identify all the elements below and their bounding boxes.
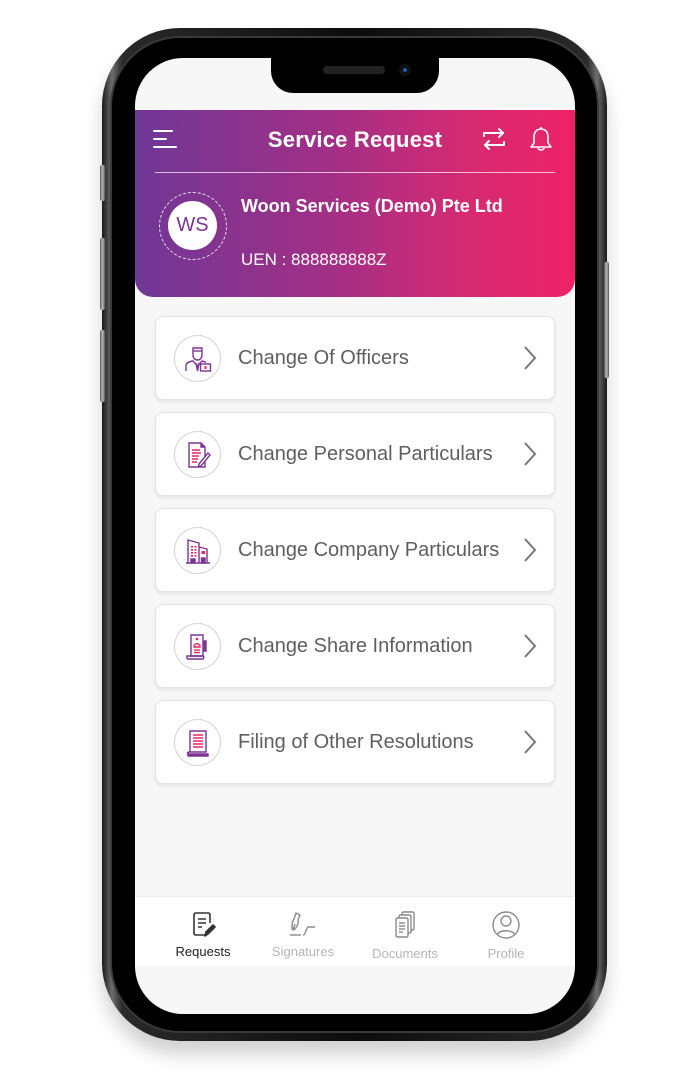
service-filing-of-other-resolutions[interactable]: Filing of Other Resolutions <box>155 700 555 784</box>
phone-screen: Service Request WS Woon Services (Demo) … <box>135 58 575 1014</box>
requests-icon <box>193 912 216 937</box>
nav-tab-requests[interactable]: Requests <box>153 897 253 967</box>
service-list: Change Of Officers Change Personal Parti… <box>155 316 555 796</box>
chevron-right-icon <box>524 730 537 754</box>
nav-label: Signatures <box>271 944 335 959</box>
building-icon <box>174 527 221 574</box>
signature-pen-icon <box>290 912 315 936</box>
nav-tab-signatures[interactable]: Signatures <box>253 897 353 967</box>
bell-icon[interactable] <box>527 124 555 154</box>
service-change-personal-particulars[interactable]: Change Personal Particulars <box>155 412 555 496</box>
front-camera <box>399 64 411 76</box>
app-header: Service Request WS Woon Services (Demo) … <box>135 110 575 297</box>
share-certificate-icon <box>174 623 221 670</box>
volume-down-button <box>100 330 105 402</box>
chevron-right-icon <box>524 346 537 370</box>
switch-arrows-icon[interactable] <box>480 125 508 153</box>
nav-label: Requests <box>175 944 231 959</box>
chevron-right-icon <box>524 634 537 658</box>
volume-up-button <box>100 238 105 310</box>
nav-label: Profile <box>487 946 525 961</box>
power-button <box>604 262 609 378</box>
company-avatar: WS <box>168 201 217 250</box>
service-change-company-particulars[interactable]: Change Company Particulars <box>155 508 555 592</box>
service-label: Change Of Officers <box>238 346 409 369</box>
service-label: Change Share Information <box>238 634 473 657</box>
chevron-right-icon <box>524 538 537 562</box>
service-label: Change Personal Particulars <box>238 442 493 465</box>
nav-tab-profile[interactable]: Profile <box>456 897 556 967</box>
nav-label: Documents <box>372 946 438 961</box>
speaker-grille <box>323 66 385 74</box>
service-label: Change Company Particulars <box>238 538 500 561</box>
company-name: Woon Services (Demo) Pte Ltd <box>241 196 503 216</box>
service-change-share-information[interactable]: Change Share Information <box>155 604 555 688</box>
top-bar: Service Request <box>135 110 575 172</box>
service-label: Filing of Other Resolutions <box>238 730 474 753</box>
resolution-scroll-icon <box>174 719 221 766</box>
officer-icon <box>174 335 221 382</box>
bottom-navigation: Requests Signatures Documents Profile <box>135 896 575 966</box>
chevron-right-icon <box>524 442 537 466</box>
documents-icon <box>395 911 415 938</box>
header-divider <box>155 172 555 173</box>
nav-tab-documents[interactable]: Documents <box>355 897 455 967</box>
page-title: Service Request <box>267 127 443 152</box>
service-change-of-officers[interactable]: Change Of Officers <box>155 316 555 400</box>
document-edit-icon <box>174 431 221 478</box>
company-uen: UEN : 888888888Z <box>241 250 387 269</box>
profile-icon <box>492 911 520 939</box>
mute-switch <box>100 165 105 201</box>
notch <box>271 58 439 93</box>
company-avatar-ring: WS <box>159 192 227 260</box>
